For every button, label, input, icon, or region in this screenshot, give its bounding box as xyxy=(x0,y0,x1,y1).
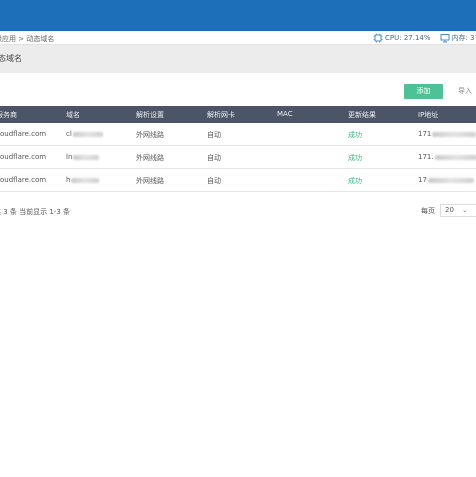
column-header-nic[interactable]: 解析网卡 xyxy=(207,110,235,120)
ip-prefix: 171 xyxy=(418,130,432,138)
cell-result: 成功 xyxy=(348,177,362,185)
column-header-ip[interactable]: IP地址 xyxy=(418,110,438,120)
cell-resolve: 外网线路 xyxy=(136,131,164,139)
memory-usage: 内存: 37 xyxy=(451,34,476,42)
cpu-usage: CPU: 27.14% xyxy=(385,34,431,42)
page-title: 态域名 xyxy=(0,54,22,63)
cell-provider: oudflare.com xyxy=(0,130,47,138)
chevron-down-icon: ⌄ xyxy=(461,206,468,214)
cell-resolve: 外网线路 xyxy=(136,177,164,185)
redacted-domain xyxy=(72,131,103,137)
redacted-domain xyxy=(73,154,100,160)
monitor-icon xyxy=(440,34,450,43)
page-size-select[interactable]: 20 ⌄ xyxy=(440,204,476,217)
column-header-domain[interactable]: 域名 xyxy=(66,110,80,120)
import-button[interactable]: 导入 xyxy=(458,84,472,99)
ip-prefix: 171. xyxy=(418,153,434,161)
cell-ip: 171. xyxy=(418,153,476,161)
page-title-bar: 态域名 xyxy=(0,45,476,73)
breadcrumb-bar: 级应用 > 动态域名 CPU: 27.14% 内存: 37 xyxy=(0,31,476,45)
cell-nic: 自动 xyxy=(207,177,221,185)
domain-prefix: cl xyxy=(66,130,72,138)
pagination-summary: 共 3 条 当前显示 1-3 条 xyxy=(0,208,71,216)
column-header-mac[interactable]: MAC xyxy=(277,110,293,118)
redacted-ip xyxy=(432,131,476,137)
page-size-control: 每页 20 ⌄ xyxy=(421,204,476,217)
redacted-ip xyxy=(434,154,476,160)
domain-prefix: h xyxy=(66,176,71,184)
add-button[interactable]: 添加 xyxy=(404,84,443,99)
cpu-chip-icon xyxy=(373,33,383,43)
table-row[interactable]: oudflare.com ln 外网线路 自动 成功 171. xyxy=(0,146,476,169)
domain-prefix: ln xyxy=(66,153,73,161)
breadcrumb: 级应用 > 动态域名 xyxy=(0,35,55,43)
table-row[interactable]: oudflare.com cl 外网线路 自动 成功 171 xyxy=(0,123,476,146)
table-header: 服务商 域名 解析设置 解析网卡 MAC 更新结果 IP地址 xyxy=(0,106,476,123)
cell-nic: 自动 xyxy=(207,154,221,162)
cell-domain: cl xyxy=(66,130,103,138)
redacted-domain xyxy=(71,177,100,183)
redacted-ip xyxy=(427,177,474,183)
ip-prefix: 17 xyxy=(418,176,427,184)
cell-domain: h xyxy=(66,176,100,184)
cell-nic: 自动 xyxy=(207,131,221,139)
per-page-label: 每页 xyxy=(421,206,435,215)
cell-provider: oudflare.com xyxy=(0,176,47,184)
cell-ip: 171 xyxy=(418,130,476,138)
cell-provider: oudflare.com xyxy=(0,153,47,161)
top-header-bar xyxy=(0,0,476,31)
column-header-result[interactable]: 更新结果 xyxy=(348,110,376,120)
column-header-resolve[interactable]: 解析设置 xyxy=(136,110,164,120)
table-row[interactable]: oudflare.com h 外网线路 自动 成功 17 xyxy=(0,169,476,192)
system-status: CPU: 27.14% 内存: 37 xyxy=(373,33,476,43)
page-size-value: 20 xyxy=(445,206,454,214)
cell-result: 成功 xyxy=(348,154,362,162)
cell-domain: ln xyxy=(66,153,100,161)
cell-resolve: 外网线路 xyxy=(136,154,164,162)
cell-result: 成功 xyxy=(348,131,362,139)
column-header-provider[interactable]: 服务商 xyxy=(0,110,17,120)
cell-ip: 17 xyxy=(418,176,474,184)
